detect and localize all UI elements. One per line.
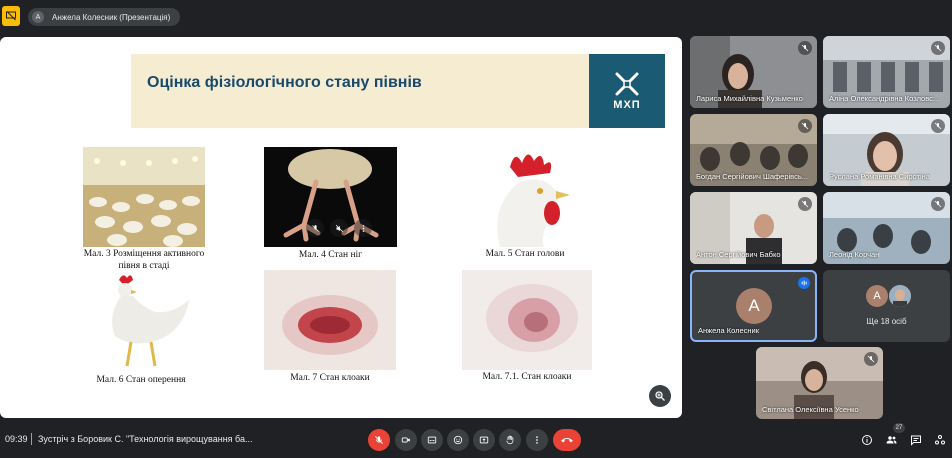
microphone-toggle-button[interactable] [368, 429, 390, 451]
caption-pic5: Мал. 5 Стан голови [485, 249, 565, 259]
meeting-title: Зустріч з Боровик С. "Технологія вирощув… [38, 434, 253, 444]
mute-overlay-button[interactable] [306, 219, 324, 237]
more-overlay-button[interactable] [354, 219, 372, 237]
raise-hand-button[interactable] [499, 429, 521, 451]
participant-name: Руслана Романівна Сиротіна [829, 172, 930, 181]
participant-name: Антон Сергійович Бабко [696, 250, 781, 259]
participant-name: Леонід Корчан [829, 250, 880, 259]
captions-icon [427, 436, 437, 444]
caption-pic3: Мал. 3 Розміщення активного півня в стад… [83, 249, 205, 271]
activities-button[interactable] [931, 431, 949, 449]
leave-call-button[interactable] [553, 429, 581, 451]
info-icon [862, 435, 872, 445]
cloaca-photo-1 [264, 270, 396, 370]
mic-off-icon [931, 119, 945, 133]
zoom-button[interactable] [649, 385, 671, 407]
participant-name: Аліна Олександрівна Козловс... [829, 94, 940, 103]
participant-tile[interactable]: Антон Сергійович Бабко [690, 192, 817, 264]
presenter-label: Анжела Колесник (Презентація) [52, 12, 171, 22]
others-label: Ще 18 осіб [866, 317, 907, 326]
participant-tile[interactable]: Лариса Михайлівна Кузьменко [690, 36, 817, 108]
camera-toggle-button[interactable] [395, 429, 417, 451]
reactions-button[interactable] [447, 429, 469, 451]
avatar: А [866, 285, 888, 307]
mic-off-icon [374, 435, 384, 445]
mic-off-icon [931, 41, 945, 55]
caption-pic4: Мал. 4 Стан ніг [298, 250, 363, 260]
presentation-slide: Оцінка фізіологічного стану півнів МХП М… [0, 37, 682, 418]
caption-pic7: Мал. 7 Стан клоаки [290, 373, 370, 383]
mic-off-icon [798, 119, 812, 133]
more-vert-icon [536, 436, 538, 444]
camera-icon [401, 437, 410, 443]
chat-icon [911, 435, 921, 446]
mic-off-icon [798, 41, 812, 55]
present-screen-button[interactable] [473, 429, 495, 451]
mic-off-icon [864, 352, 878, 366]
chat-button[interactable] [907, 431, 925, 449]
activities-icon [935, 435, 945, 445]
hand-icon [506, 435, 514, 445]
participant-name: Лариса Михайлівна Кузьменко [696, 94, 803, 103]
rooster-head-photo [470, 147, 580, 247]
volume-overlay-button[interactable] [330, 219, 348, 237]
emoji-icon [453, 435, 463, 445]
zoom-in-icon [655, 391, 665, 401]
meeting-details-button[interactable] [858, 431, 876, 449]
top-bar: А Анжела Колесник (Презентація) [0, 0, 952, 34]
participant-tile[interactable]: Аліна Олександрівна Козловс... [823, 36, 950, 108]
end-call-icon [561, 437, 573, 443]
captions-button[interactable] [421, 429, 443, 451]
participant-tile[interactable]: Руслана Романівна Сиротіна [823, 114, 950, 186]
rooster-body-photo [85, 272, 198, 372]
participant-name: Анжела Колесник [698, 326, 759, 335]
participant-tile[interactable]: Богдан Сергійович Шаферівсь... [690, 114, 817, 186]
mhp-logo: МХП [589, 54, 665, 128]
slide-banner: Оцінка фізіологічного стану півнів МХП [131, 54, 665, 128]
avatar: А [736, 288, 772, 324]
clock: 09:39 [5, 434, 28, 444]
avatar-photo [889, 285, 911, 307]
windmill-icon [615, 72, 639, 96]
people-icon [886, 436, 896, 444]
people-button[interactable] [882, 431, 900, 449]
cloaca-photo-2 [462, 270, 592, 370]
caption-pic71: Мал. 7.1. Стан клоаки [482, 372, 572, 382]
present-icon [479, 436, 489, 444]
others-tile[interactable]: А Ще 18 осіб [823, 270, 950, 342]
more-options-button[interactable] [526, 429, 548, 451]
participant-tile[interactable]: Леонід Корчан [823, 192, 950, 264]
bottom-bar: 09:39 Зустріч з Боровик С. "Технологія в… [0, 422, 952, 458]
barn-photo [83, 147, 205, 247]
presenter-avatar: А [32, 11, 44, 23]
participant-name: Богдан Сергійович Шаферівсь... [696, 172, 808, 181]
mic-off-icon [798, 197, 812, 211]
presenter-pill[interactable]: А Анжела Колесник (Презентація) [28, 8, 181, 26]
logo-text: МХП [613, 99, 641, 111]
participant-tile-speaking[interactable]: А Анжела Колесник [690, 270, 817, 342]
participant-name: Світлана Олексіївна Усенко [762, 405, 859, 414]
slide-title: Оцінка фізіологічного стану півнів [147, 74, 422, 91]
caption-pic6: Мал. 6 Стан оперення [96, 375, 186, 385]
participant-count-badge: 27 [893, 423, 905, 433]
mic-off-icon [931, 197, 945, 211]
image-overlay-controls [304, 215, 374, 241]
speaking-indicator-icon [798, 277, 810, 289]
presentation-icon[interactable] [2, 6, 20, 26]
divider [31, 433, 32, 445]
participant-tile[interactable]: Світлана Олексіївна Усенко [756, 347, 883, 419]
